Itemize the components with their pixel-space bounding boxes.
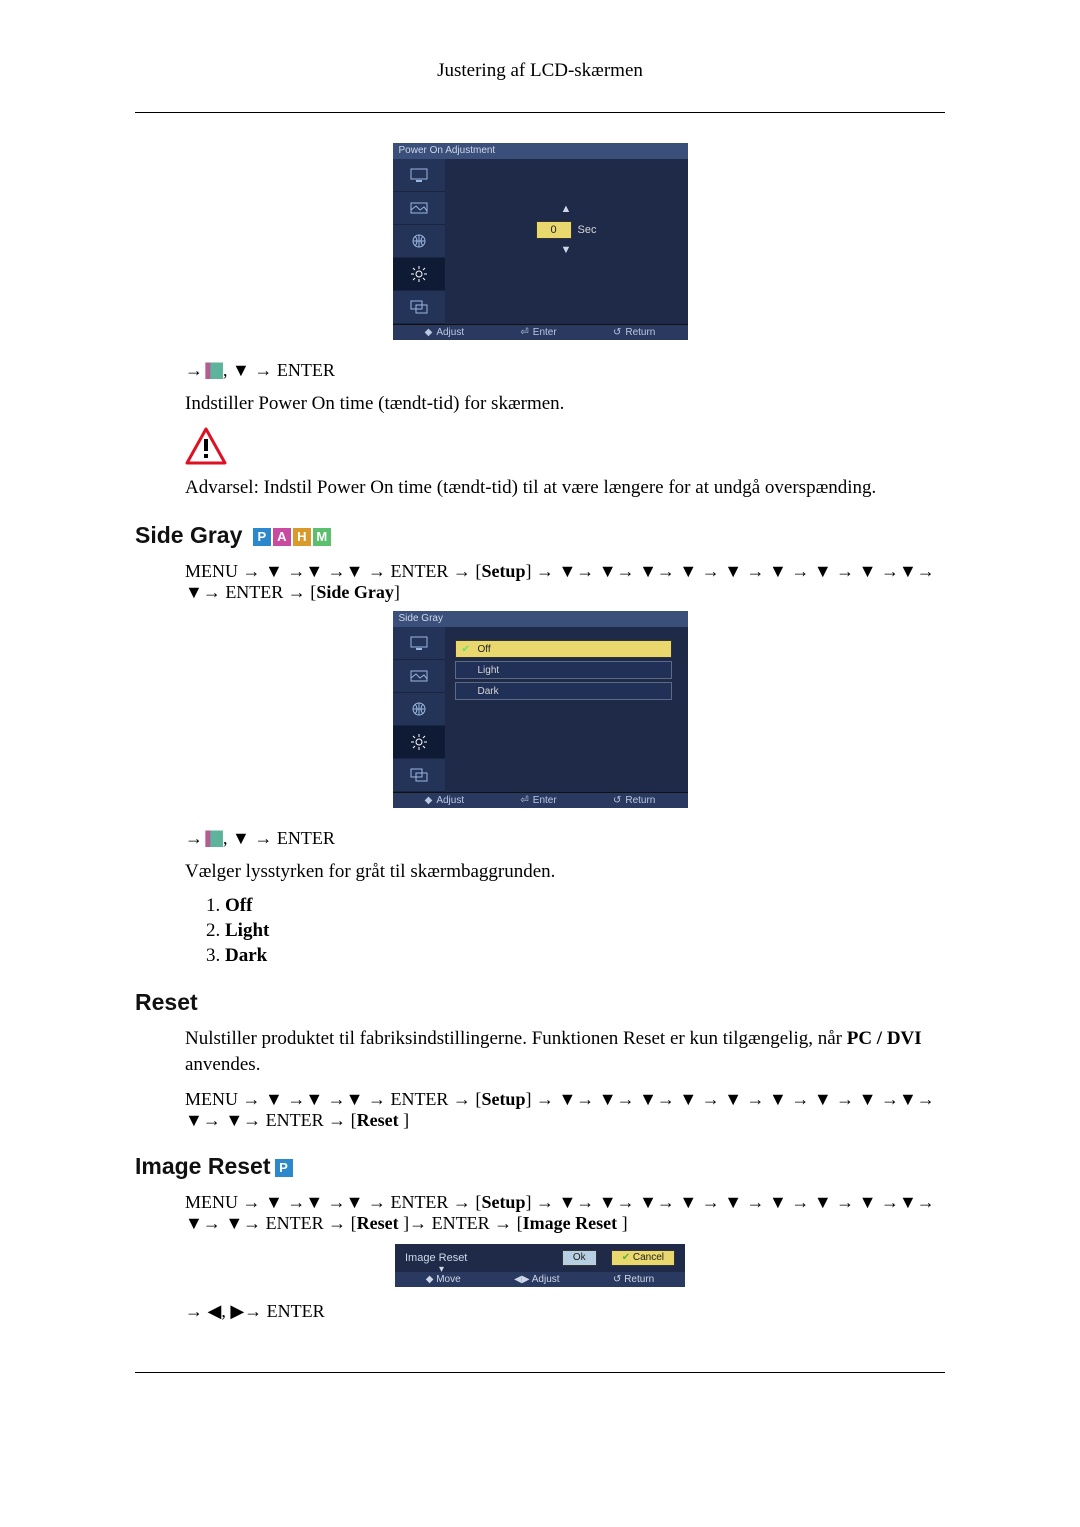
nav-text: ] (394, 582, 400, 602)
osd-footer-return: Return (625, 327, 655, 338)
nav-text: ]→ ENTER → [ (403, 1213, 522, 1233)
image-reset-cancel-button: ✔ Cancel (611, 1250, 675, 1266)
footer-adjust: Adjust (532, 1274, 560, 1285)
osd-footer: ◆ Adjust ⏎ Enter ↺ Return (393, 324, 688, 340)
osd-option-label: Light (478, 665, 500, 676)
osd-power-on-adjustment: Power On Adjustment (135, 143, 945, 340)
mode-a-icon: A (273, 528, 291, 546)
power-on-desc: Indstiller Power On time (tændt-tid) for… (185, 391, 945, 417)
gear-icon (393, 258, 445, 291)
nav-reset: Reset (357, 1213, 403, 1233)
gear-icon (393, 726, 445, 759)
picture-icon (393, 660, 445, 693)
multi-icon (393, 759, 445, 792)
osd-footer-adjust: Adjust (436, 327, 464, 338)
osd-side-gray: Side Gray ✔Off Light Dark (135, 611, 945, 808)
image-reset-dialog-container: Image Reset Ok ✔ Cancel ◆ Move ◀▶ Adjust… (135, 1244, 945, 1287)
osd-footer: ◆ Adjust ⏎ Enter ↺ Return (393, 792, 688, 808)
mode-p-icon: P (275, 1159, 293, 1177)
osd-option-label: Dark (478, 686, 499, 697)
section-image-reset-label: Image Reset (135, 1153, 271, 1179)
nav-tail: ENTER (272, 360, 335, 380)
osd-title: Power On Adjustment (393, 143, 688, 159)
osd-option-list: ✔Off Light Dark (455, 640, 678, 700)
osd-footer-enter: Enter (533, 327, 557, 338)
osd-option-label: Off (478, 644, 491, 655)
section-reset-heading: Reset (135, 989, 945, 1016)
globe-icon (393, 693, 445, 726)
section-image-reset-heading: Image ResetP (135, 1153, 945, 1180)
power-on-warning: Advarsel: Indstil Power On time (tændt-t… (185, 475, 945, 501)
divider (135, 1372, 945, 1373)
side-gray-nav-line-2: → , ▼ → ENTER (185, 828, 945, 849)
osd-adjuster: ▲ 0 Sec ▼ (455, 204, 678, 256)
reset-desc-bold: PC / DVI (847, 1028, 922, 1049)
image-reset-dialog-title: Image Reset (405, 1252, 548, 1264)
cancel-label: Cancel (633, 1252, 664, 1263)
mode-square-icon (208, 832, 219, 845)
mode-h-icon: H (293, 528, 311, 546)
page-title: Justering af LCD-skærmen (135, 60, 945, 82)
side-gray-desc: Vælger lysstyrken for gråt til skærmbagg… (185, 859, 945, 885)
picture-icon (393, 192, 445, 225)
mode-square-icon (208, 364, 219, 377)
section-side-gray-heading: Side Gray P A H M (135, 522, 945, 549)
osd-unit: Sec (578, 224, 597, 236)
down-arrow-icon: ▼ (561, 245, 572, 256)
power-on-nav-line: → , ▼ → ENTER (185, 360, 945, 381)
mode-m-icon: M (313, 528, 331, 546)
nav-side-gray: Side Gray (316, 582, 394, 602)
nav-reset: Reset (357, 1110, 403, 1130)
nav-text: ] (622, 1213, 628, 1233)
osd-option-off: ✔Off (455, 640, 672, 658)
mode-p-icon: P (253, 528, 271, 546)
image-reset-nav: MENU → ▼ →▼ →▼ → ENTER → [Setup] → ▼→ ▼→… (185, 1192, 945, 1234)
osd-footer-enter: Enter (533, 795, 557, 806)
nav-image-reset: Image Reset (523, 1213, 622, 1233)
osd-sidebar (393, 159, 445, 324)
nav-setup: Setup (481, 1192, 525, 1212)
monitor-icon (393, 627, 445, 660)
nav-text: ] (403, 1110, 409, 1130)
up-arrow-icon: ▲ (561, 204, 572, 215)
list-item: Light (225, 920, 269, 941)
nav-tail: ENTER (272, 828, 335, 848)
reset-desc-text: anvendes. (185, 1054, 260, 1075)
page: Justering af LCD-skærmen Power On Adjust… (0, 0, 1080, 1510)
image-reset-nav-2: → ◀, ▶→ ENTER (185, 1301, 945, 1322)
list-item: Dark (225, 945, 267, 966)
nav-text: MENU → ▼ →▼ →▼ → ENTER → [ (185, 1089, 481, 1109)
side-gray-options-list: Off Light Dark (205, 895, 945, 967)
osd-footer-adjust: Adjust (436, 795, 464, 806)
osd-option-light: Light (455, 661, 672, 679)
divider (135, 112, 945, 113)
footer-return: Return (624, 1274, 654, 1285)
osd-value: 0 (536, 221, 572, 239)
reset-desc: Nulstiller produktet til fabriksindstill… (185, 1026, 945, 1077)
osd-title: Side Gray (393, 611, 688, 627)
nav-setup: Setup (481, 1089, 525, 1109)
side-gray-nav: MENU → ▼ →▼ →▼ → ENTER → [Setup] → ▼→ ▼→… (185, 561, 945, 603)
osd-option-dark: Dark (455, 682, 672, 700)
section-side-gray-label: Side Gray (135, 522, 242, 548)
image-reset-ok-button: Ok (562, 1250, 597, 1266)
monitor-icon (393, 159, 445, 192)
nav-text: MENU → ▼ →▼ →▼ → ENTER → [ (185, 1192, 481, 1212)
osd-footer-return: Return (625, 795, 655, 806)
list-item: Off (225, 895, 252, 916)
nav-text: MENU → ▼ →▼ →▼ → ENTER → [ (185, 561, 481, 581)
footer-move: Move (436, 1274, 460, 1285)
nav-setup: Setup (481, 561, 525, 581)
multi-icon (393, 291, 445, 324)
osd-sidebar (393, 627, 445, 792)
reset-desc-text: Nulstiller produktet til fabriksindstill… (185, 1028, 847, 1049)
warning-icon (185, 427, 227, 465)
globe-icon (393, 225, 445, 258)
reset-nav: MENU → ▼ →▼ →▼ → ENTER → [Setup] → ▼→ ▼→… (185, 1089, 945, 1131)
